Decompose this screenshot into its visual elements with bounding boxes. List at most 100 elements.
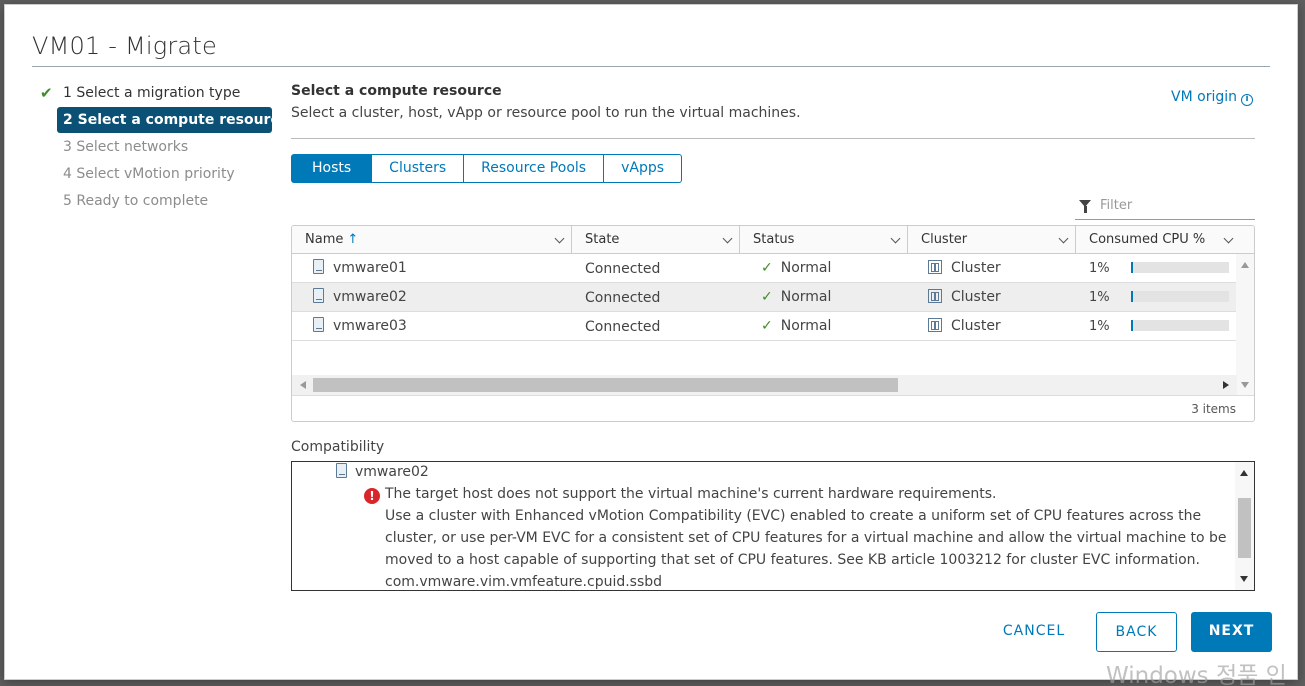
host-icon [336, 463, 347, 478]
cpu-percent: 1% [1089, 261, 1110, 276]
cluster-icon [928, 260, 942, 274]
cell-cluster: Cluster [908, 283, 1076, 311]
compatibility-label: Compatibility [291, 439, 385, 455]
checkmark-icon: ✓ [761, 260, 773, 276]
step-label: 5 Ready to complete [63, 193, 209, 209]
main-panel: Select a compute resource Select a clust… [291, 83, 1255, 591]
section-divider [291, 138, 1255, 139]
step-networks: 3 Select networks [40, 134, 272, 160]
checkmark-icon: ✔ [40, 84, 53, 102]
cluster-icon [928, 318, 942, 332]
chevron-down-icon[interactable] [1058, 233, 1069, 244]
step-ready-to-complete: 5 Ready to complete [40, 188, 272, 214]
back-button[interactable]: BACK [1096, 612, 1177, 652]
grid-header: Name ↑ State Status Cluster Consumed CPU … [292, 226, 1254, 254]
cell-name: vmware02 [292, 283, 572, 311]
cpu-usage-fill [1131, 291, 1133, 302]
compat-vertical-scrollbar[interactable] [1235, 462, 1254, 590]
info-icon: i [1241, 94, 1253, 106]
next-button[interactable]: NEXT [1191, 612, 1272, 652]
host-icon [313, 259, 324, 274]
cluster-name: Cluster [951, 318, 1001, 334]
wizard-steps: ✔ 1 Select a migration type 2 Select a c… [40, 80, 288, 215]
vm-origin-link[interactable]: VM origin i [1171, 89, 1253, 106]
chevron-down-icon[interactable] [722, 233, 733, 244]
cpu-percent: 1% [1089, 319, 1110, 334]
scrollbar-thumb[interactable] [1238, 498, 1251, 558]
windows-activation-watermark: Windows 정품 인 [1106, 663, 1287, 686]
scroll-left-arrow-icon[interactable] [300, 381, 306, 389]
tab-resource-pools[interactable]: Resource Pools [463, 154, 605, 183]
step-label: 1 Select a migration type [63, 85, 241, 101]
chevron-down-icon[interactable] [890, 233, 901, 244]
cell-cluster: Cluster [908, 254, 1076, 282]
step-vmotion-priority: 4 Select vMotion priority [40, 161, 272, 187]
error-icon: ! [364, 488, 380, 504]
filter-icon [1079, 200, 1091, 213]
column-header-state[interactable]: State [572, 226, 740, 253]
compatibility-panel: vmware02 ! The target host does not supp… [291, 461, 1255, 591]
status-text: Normal [780, 318, 832, 334]
checkmark-icon: ✓ [761, 289, 773, 305]
chevron-down-icon[interactable] [554, 233, 565, 244]
compat-line: The target host does not support the vir… [385, 486, 997, 502]
cpu-usage-bar [1131, 262, 1229, 273]
grid-horizontal-scrollbar[interactable] [292, 375, 1237, 395]
tab-vapps[interactable]: vApps [603, 154, 683, 183]
table-row[interactable]: vmware02 Connected ✓ Normal Cluster 1% [292, 283, 1254, 312]
cell-status: ✓ Normal [740, 254, 908, 282]
filter-placeholder: Filter [1100, 198, 1133, 213]
host-name: vmware03 [333, 318, 407, 334]
table-row[interactable]: vmware01 Connected ✓ Normal Cluster 1% [292, 254, 1254, 283]
host-name: vmware02 [333, 289, 407, 305]
compat-host-name: vmware02 [355, 464, 429, 480]
column-header-cluster[interactable]: Cluster [908, 226, 1076, 253]
cpu-usage-bar [1131, 320, 1229, 331]
scroll-up-arrow-icon[interactable] [1241, 262, 1249, 268]
status-text: Normal [780, 260, 832, 276]
filter-input[interactable]: Filter [1075, 195, 1255, 220]
cell-cpu: 1% [1076, 254, 1236, 282]
cpu-percent: 1% [1089, 290, 1110, 305]
compat-line: moved to a host capable of supporting th… [385, 552, 1200, 568]
scroll-right-arrow-icon[interactable] [1223, 381, 1229, 389]
resource-tabs: Hosts Clusters Resource Pools vApps [291, 154, 683, 183]
host-icon [313, 317, 324, 332]
cell-state: Connected [585, 290, 661, 306]
cancel-button[interactable]: CANCEL [995, 612, 1073, 652]
step-compute-resource[interactable]: 2 Select a compute resource [57, 107, 288, 133]
cell-cluster: Cluster [908, 312, 1076, 340]
column-header-status[interactable]: Status [740, 226, 908, 253]
column-header-name[interactable]: Name ↑ [292, 226, 572, 253]
grid-item-count: 3 items [292, 395, 1254, 421]
checkmark-icon: ✓ [761, 318, 773, 334]
column-label: Status [753, 232, 795, 247]
cpu-usage-bar [1131, 291, 1229, 302]
scroll-up-arrow-icon[interactable] [1240, 470, 1248, 476]
chevron-down-icon[interactable] [1223, 233, 1234, 244]
grid-vertical-scrollbar[interactable] [1236, 254, 1254, 396]
section-title: Select a compute resource [291, 83, 502, 99]
step-label: 4 Select vMotion priority [63, 166, 235, 182]
cell-name: vmware03 [292, 312, 572, 340]
step-label: 2 Select a compute resource [63, 112, 289, 128]
vm-origin-label: VM origin [1171, 89, 1237, 105]
column-label: Consumed CPU % [1089, 232, 1206, 247]
hosts-grid: Name ↑ State Status Cluster Consumed CPU … [291, 225, 1255, 422]
compat-message: The target host does not support the vir… [385, 483, 1235, 590]
table-row[interactable]: vmware03 Connected ✓ Normal Cluster 1% [292, 312, 1254, 341]
scroll-down-arrow-icon[interactable] [1240, 576, 1248, 582]
sort-ascending-icon: ↑ [347, 232, 359, 247]
cell-status: ✓ Normal [740, 312, 908, 340]
scroll-down-arrow-icon[interactable] [1241, 382, 1249, 388]
tab-hosts[interactable]: Hosts [291, 154, 373, 183]
scrollbar-thumb[interactable] [313, 378, 898, 392]
step-migration-type[interactable]: ✔ 1 Select a migration type [40, 80, 272, 106]
column-label: State [585, 232, 620, 247]
host-icon [313, 288, 324, 303]
compat-host: vmware02 [336, 463, 429, 480]
column-header-consumed-cpu[interactable]: Consumed CPU % [1076, 226, 1254, 253]
tab-clusters[interactable]: Clusters [371, 154, 465, 183]
cell-name: vmware01 [292, 254, 572, 282]
compat-line: com.vmware.vim.vmfeature.cpuid.ssbd [385, 574, 663, 590]
